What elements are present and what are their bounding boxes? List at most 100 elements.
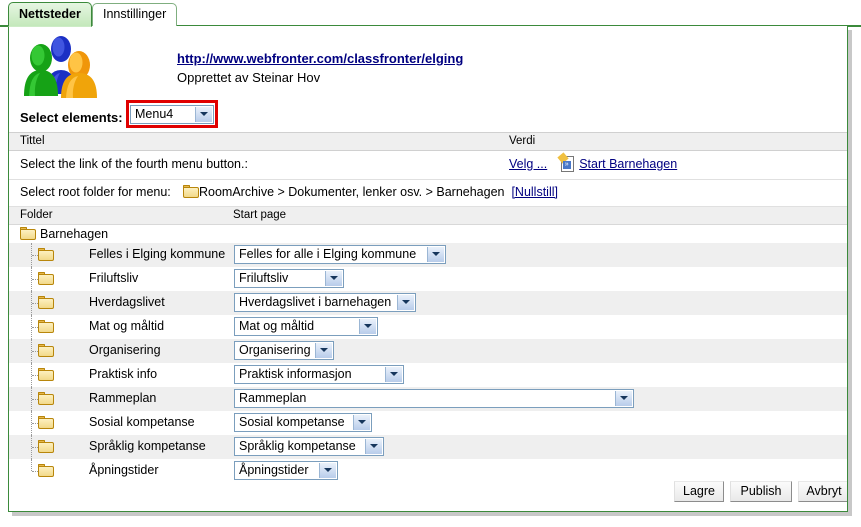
folder-name: Rammeplan (89, 391, 157, 405)
column-header-folder: Folder (20, 209, 53, 221)
folder-tree-root: Barnehagen (9, 225, 847, 243)
publish-button[interactable]: Publish (730, 481, 792, 502)
tree-connector-line (31, 459, 33, 471)
start-page-dropdown[interactable]: Åpningstider (234, 461, 338, 480)
folder-tree-root-label: Barnehagen (40, 227, 109, 241)
property-value: Velg ... » Start Barnehagen (509, 152, 677, 172)
start-page-value: Rammeplan (239, 391, 307, 405)
folder-name: Språklig kompetanse (89, 439, 206, 453)
folder-icon (38, 248, 54, 261)
folder-name: Åpningstider (89, 463, 159, 477)
chevron-down-icon (319, 463, 336, 478)
start-page-value: Felles for alle i Elging kommune (239, 247, 417, 261)
start-page-dropdown[interactable]: Friluftsliv (234, 269, 344, 288)
start-page-dropdown[interactable]: Språklig kompetanse (234, 437, 384, 456)
start-page-value: Mat og måltid (239, 319, 315, 333)
chevron-down-icon (325, 271, 342, 286)
people-group-icon (24, 36, 97, 98)
start-page-dropdown[interactable]: Hverdagslivet i barnehagen (234, 293, 416, 312)
app-root: Nettsteder Innstillinger http://www.webf… (0, 0, 861, 527)
folder-table-header: Folder Start page (9, 207, 847, 225)
chevron-down-icon (315, 343, 332, 358)
velg-link[interactable]: Velg ... (509, 157, 547, 171)
property-label: Select the link of the fourth menu butto… (20, 157, 248, 171)
folder-name: Mat og måltid (89, 319, 165, 333)
start-page-value: Sosial kompetanse (239, 415, 345, 429)
properties-table-header: Tittel Verdi (9, 132, 847, 151)
folder-icon (38, 368, 54, 381)
folder-icon (38, 440, 54, 453)
site-header: http://www.webfronter.com/classfronter/e… (9, 26, 847, 104)
folder-name: Friluftsliv (89, 271, 139, 285)
chevron-down-icon (195, 107, 212, 122)
panel-shadow-bottom (12, 512, 852, 516)
folder-table-row: Organisering Organisering (9, 339, 847, 363)
folder-icon (38, 296, 54, 309)
tab-nettsteder-label: Nettsteder (19, 7, 81, 21)
chevron-down-icon (615, 391, 632, 406)
select-elements-dropdown[interactable]: Menu4 (130, 105, 214, 124)
panel-shadow-right (848, 30, 852, 516)
folder-table-row: Felles i Elging kommune Felles for alle i… (9, 243, 847, 267)
select-elements-label: Select elements: (20, 110, 123, 125)
document-link-icon: » (557, 152, 574, 172)
folder-table-row: Rammeplan Rammeplan (9, 387, 847, 411)
tab-nettsteder[interactable]: Nettsteder (8, 2, 92, 27)
folder-name: Sosial kompetanse (89, 415, 195, 429)
folder-name: Praktisk info (89, 367, 158, 381)
root-folder-row: Select root folder for menu: RoomArchive… (9, 180, 847, 207)
folder-table-row: Sosial kompetanse Sosial kompetanse (9, 411, 847, 435)
property-row-menu-link: Select the link of the fourth menu butto… (9, 151, 847, 180)
folder-table-row: Mat og måltid Mat og måltid (9, 315, 847, 339)
root-folder-path: RoomArchive > Dokumenter, lenker osv. > … (199, 185, 505, 199)
chevron-down-icon (427, 247, 444, 262)
select-elements-value: Menu4 (135, 107, 174, 121)
start-page-value: Åpningstider (239, 463, 309, 477)
start-page-dropdown[interactable]: Felles for alle i Elging kommune (234, 245, 446, 264)
chevron-down-icon (359, 319, 376, 334)
column-header-start-page: Start page (233, 209, 287, 221)
start-page-dropdown[interactable]: Sosial kompetanse (234, 413, 372, 432)
folder-name: Hverdagslivet (89, 295, 165, 309)
folder-table-row: Hverdagslivet Hverdagslivet i barnehagen (9, 291, 847, 315)
folder-name: Organisering (89, 343, 161, 357)
column-header-tittel: Tittel (20, 135, 45, 147)
start-page-dropdown[interactable]: Praktisk informasjon (234, 365, 404, 384)
button-bar: Lagre Publish Avbryt (9, 481, 847, 505)
start-page-dropdown[interactable]: Mat og måltid (234, 317, 378, 336)
root-folder-value: RoomArchive > Dokumenter, lenker osv. > … (183, 185, 558, 199)
folder-icon (38, 416, 54, 429)
start-page-dropdown[interactable]: Rammeplan (234, 389, 634, 408)
nullstill-link[interactable]: [Nullstill] (511, 185, 558, 199)
folder-table-row: Friluftsliv Friluftsliv (9, 267, 847, 291)
column-header-verdi: Verdi (509, 135, 536, 147)
root-folder-label: Select root folder for menu: (20, 185, 171, 199)
start-page-value: Organisering (239, 343, 311, 357)
folder-icon (38, 464, 54, 477)
folder-table-row: Praktisk info Praktisk informasjon (9, 363, 847, 387)
select-elements-row: Select elements: Menu4 (9, 100, 847, 132)
chevron-down-icon (397, 295, 414, 310)
chevron-down-icon (385, 367, 402, 382)
folder-icon (38, 392, 54, 405)
start-page-dropdown[interactable]: Organisering (234, 341, 334, 360)
chevron-down-icon (353, 415, 370, 430)
folder-icon (38, 344, 54, 357)
folder-table-row: Åpningstider Åpningstider (9, 459, 847, 483)
start-page-value: Friluftsliv (239, 271, 289, 285)
chevron-down-icon (365, 439, 382, 454)
start-page-value: Språklig kompetanse (239, 439, 356, 453)
start-page-value: Hverdagslivet i barnehagen (239, 295, 392, 309)
tab-innstillinger-label: Innstillinger (103, 7, 167, 21)
folder-table-row: Språklig kompetanse Språklig kompetanse (9, 435, 847, 459)
folder-icon (38, 272, 54, 285)
save-button[interactable]: Lagre (674, 481, 724, 502)
tab-innstillinger[interactable]: Innstillinger (92, 3, 178, 26)
folder-icon (20, 227, 36, 240)
cancel-button[interactable]: Avbryt (798, 481, 847, 502)
folder-name: Felles i Elging kommune (89, 247, 226, 261)
folder-icon (183, 185, 199, 198)
start-barnehagen-link[interactable]: Start Barnehagen (579, 157, 677, 171)
folder-table-body: Felles i Elging kommune Felles for alle i… (9, 243, 847, 483)
site-url-link[interactable]: http://www.webfronter.com/classfronter/e… (177, 51, 463, 66)
